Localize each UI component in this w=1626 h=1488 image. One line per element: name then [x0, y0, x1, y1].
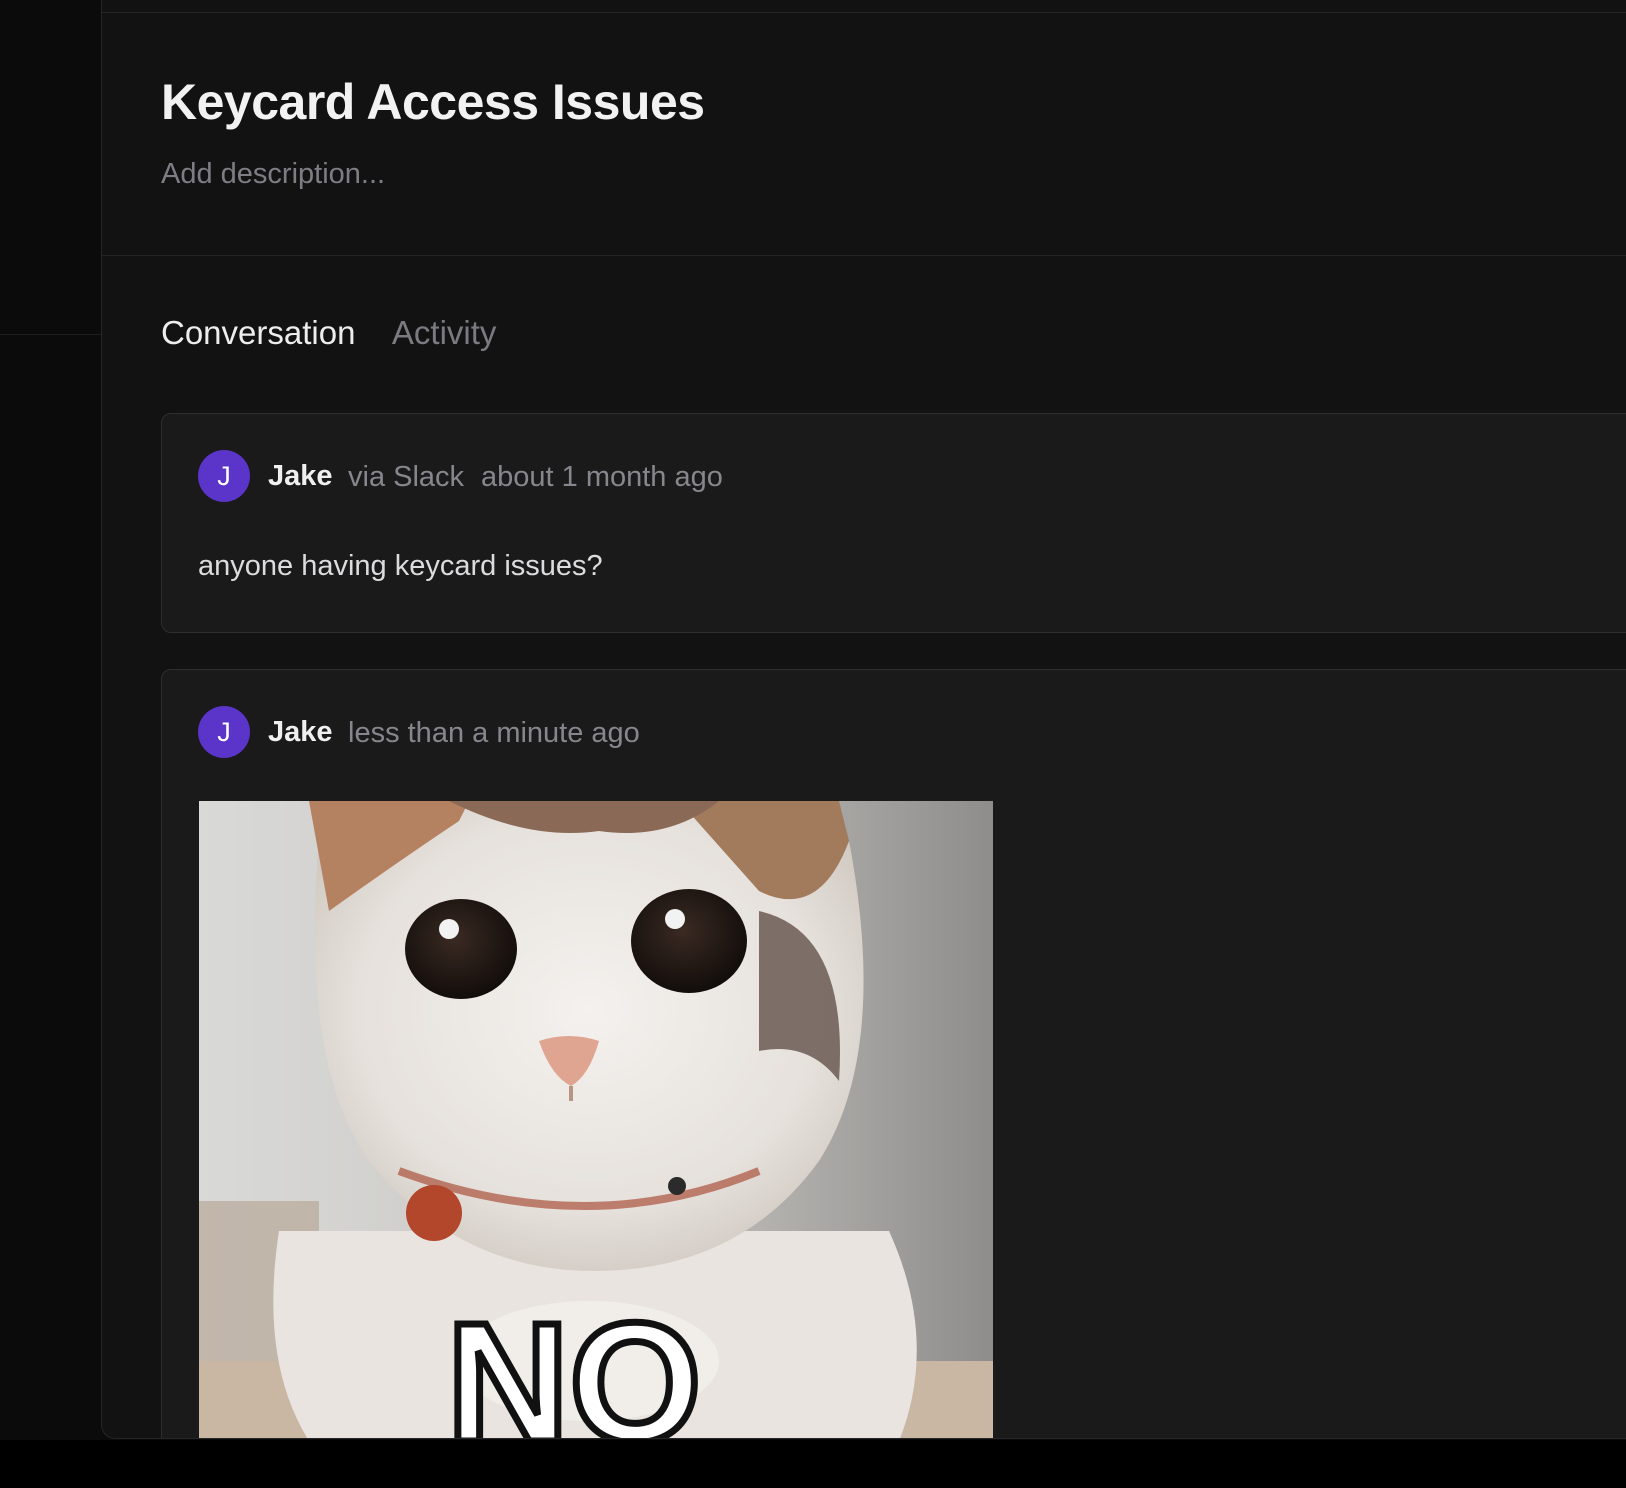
message-timestamp: about 1 month ago: [481, 461, 723, 493]
message-card: J Jake via Slack about 1 month ago anyon…: [161, 413, 1626, 633]
cat-gif-image[interactable]: NO: [199, 801, 993, 1439]
message-card: J Jake less than a minute ago NO: [161, 669, 1626, 1439]
tab-activity[interactable]: Activity: [392, 314, 497, 352]
avatar[interactable]: J: [198, 450, 250, 502]
gif-caption: NO: [447, 1288, 702, 1439]
issue-panel: Keycard Access Issues Add description...…: [101, 0, 1626, 1439]
sidebar-divider: [0, 334, 101, 335]
left-sidebar: [0, 0, 101, 1440]
bottom-bar: [0, 1440, 1626, 1488]
message-timestamp: less than a minute ago: [348, 717, 640, 749]
tab-bar: Conversation Activity: [161, 314, 528, 360]
author-name[interactable]: Jake: [268, 460, 333, 493]
issue-title[interactable]: Keycard Access Issues: [161, 73, 705, 131]
author-name[interactable]: Jake: [268, 716, 333, 749]
message-text: anyone having keycard issues?: [198, 550, 603, 582]
cat-illustration: NO: [199, 801, 993, 1439]
issue-header: Keycard Access Issues Add description...: [102, 13, 1626, 256]
tab-conversation[interactable]: Conversation: [161, 314, 355, 352]
avatar[interactable]: J: [198, 706, 250, 758]
message-source: via Slack: [348, 461, 465, 493]
description-input[interactable]: Add description...: [161, 158, 385, 191]
